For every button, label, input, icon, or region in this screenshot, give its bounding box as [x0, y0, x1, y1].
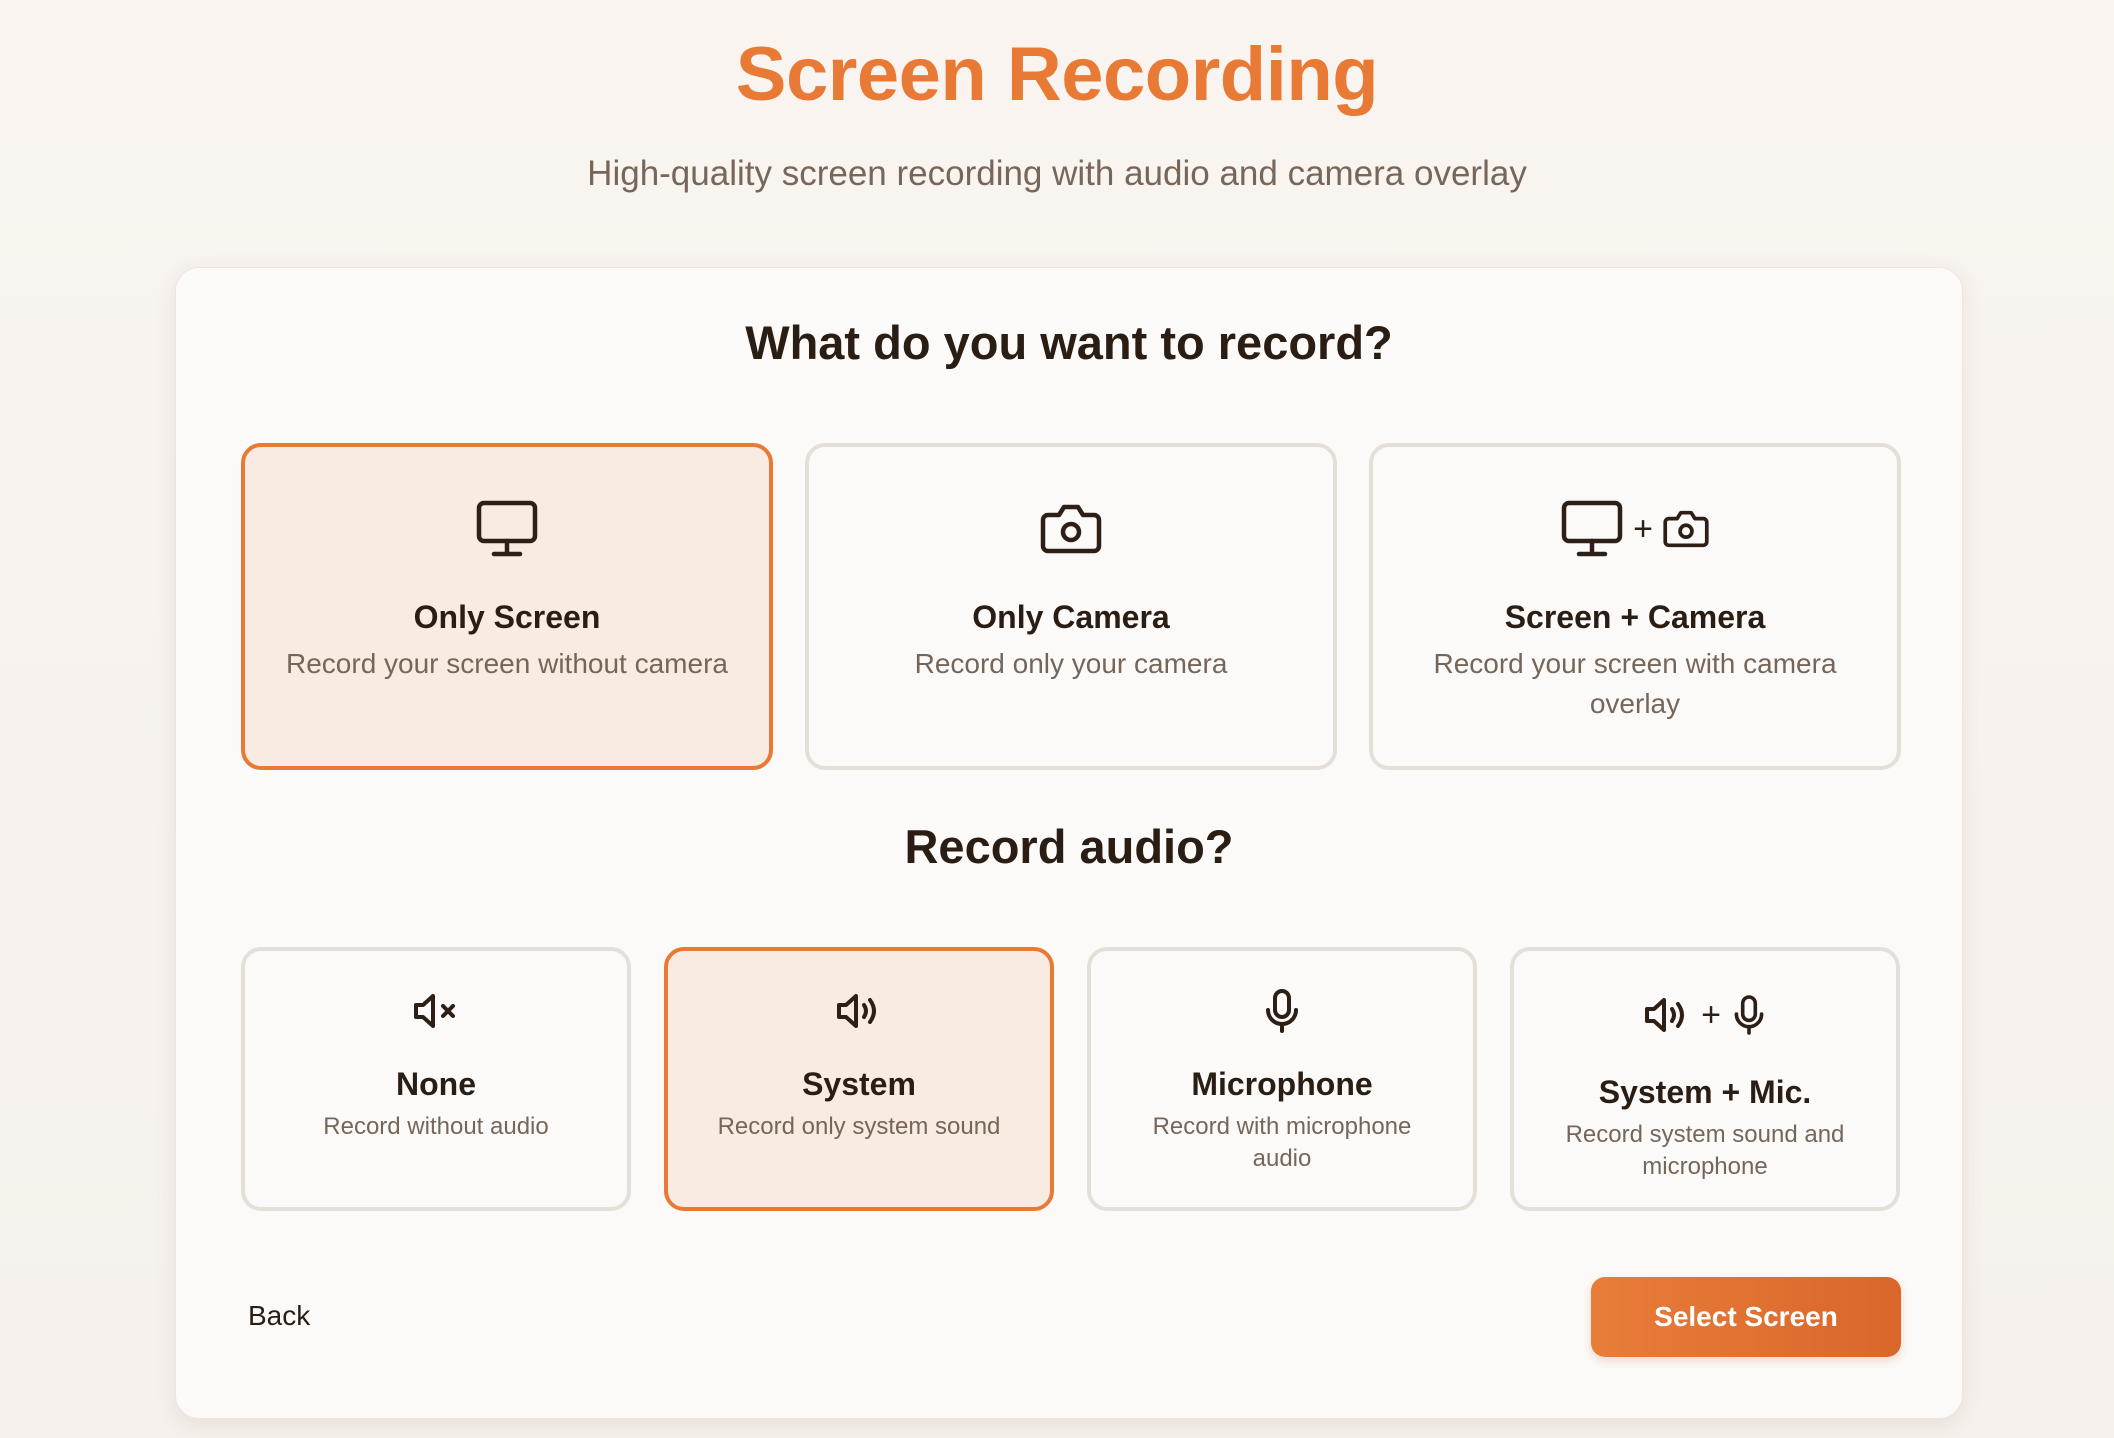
option-title: System	[802, 1066, 916, 1102]
option-title: Microphone	[1191, 1066, 1373, 1102]
option-description: Record only system sound	[717, 1113, 1001, 1140]
option-description: Record your screen without camera	[286, 648, 728, 679]
audio-option-system[interactable]: System Record only system sound	[664, 947, 1054, 1211]
select-screen-button[interactable]: Select Screen	[1591, 1277, 1901, 1357]
speaker-plus-microphone-icon: +	[1514, 991, 1896, 1039]
audio-section-heading: Record audio?	[904, 820, 1234, 873]
record-section-heading: What do you want to record?	[745, 316, 1393, 369]
option-title: System + Mic.	[1598, 1074, 1812, 1110]
audio-option-microphone[interactable]: Microphone Record with microphone audio	[1087, 947, 1477, 1211]
speaker-icon	[668, 987, 1050, 1035]
option-description: Record with microphone audio	[1152, 1113, 1412, 1172]
option-description: Record system sound and microphone	[1565, 1121, 1845, 1180]
audio-option-system-plus-mic[interactable]: + System + Mic. Record system sound and …	[1510, 947, 1900, 1211]
option-title: None	[396, 1066, 476, 1102]
option-description: Record your screen with camera overlay	[1433, 648, 1837, 719]
option-only-camera[interactable]: Only Camera Record only your camera	[805, 443, 1337, 770]
plus-symbol: +	[1701, 996, 1721, 1034]
option-title: Screen + Camera	[1504, 599, 1766, 635]
page-title: Screen Recording	[735, 32, 1379, 117]
option-description: Record only your camera	[914, 648, 1228, 679]
option-title: Only Camera	[972, 599, 1170, 635]
option-description: Record without audio	[323, 1113, 549, 1140]
option-title: Only Screen	[413, 599, 601, 635]
option-only-screen[interactable]: Only Screen Record your screen without c…	[241, 443, 773, 770]
recording-options-panel: What do you want to record? Only Screen …	[175, 267, 1963, 1419]
option-screen-plus-camera[interactable]: + Screen + Camera Record your screen wit…	[1369, 443, 1901, 770]
monitor-plus-camera-icon: +	[1373, 499, 1897, 559]
back-button[interactable]: Back	[248, 1296, 310, 1336]
plus-symbol: +	[1633, 510, 1653, 548]
page-subtitle: High-quality screen recording with audio…	[587, 154, 1527, 193]
audio-option-none[interactable]: None Record without audio	[241, 947, 631, 1211]
microphone-icon	[1091, 987, 1473, 1035]
speaker-muted-icon	[245, 987, 627, 1035]
camera-icon	[809, 499, 1333, 559]
monitor-icon	[245, 499, 769, 559]
